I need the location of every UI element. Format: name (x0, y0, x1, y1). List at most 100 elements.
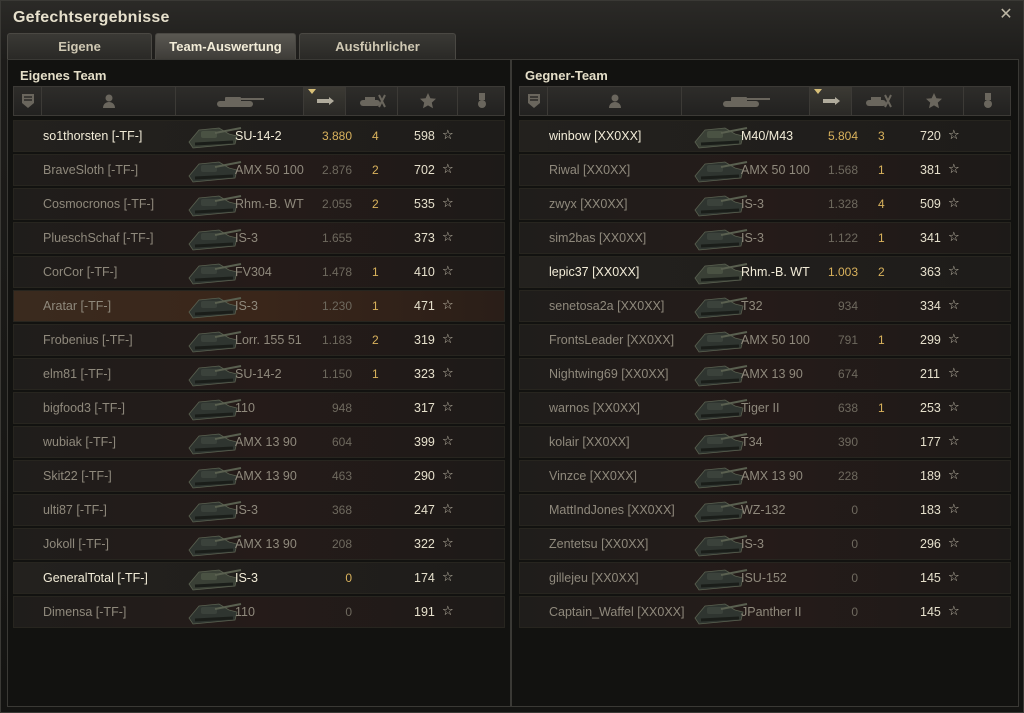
player-row[interactable]: sim2bas [XX0XX] IS-3 1.122 1 341 ☆ (519, 222, 1011, 254)
player-name: Dimensa [-TF-] (43, 605, 127, 619)
column-header-tank[interactable] (682, 87, 810, 115)
xp-star-icon: ☆ (442, 603, 454, 618)
xp-star-icon: ☆ (948, 467, 960, 482)
column-header-player[interactable] (548, 87, 682, 115)
player-row[interactable]: zwyx [XX0XX] IS-3 1.328 4 509 ☆ (519, 188, 1011, 220)
damage-value: 0 (851, 537, 858, 551)
column-header-kills[interactable] (346, 87, 398, 115)
player-name: Jokoll [-TF-] (43, 537, 109, 551)
kills-value: 1 (372, 265, 379, 279)
column-header-damage[interactable] (304, 87, 346, 115)
column-header-tank[interactable] (176, 87, 304, 115)
player-name: lepic37 [XX0XX] (549, 265, 640, 279)
xp-star-icon: ☆ (948, 501, 960, 516)
damage-icon (821, 95, 841, 107)
player-row[interactable]: PlueschSchaf [-TF-] IS-3 1.655 373 ☆ (13, 222, 505, 254)
player-row[interactable]: gillejeu [XX0XX] ISU-152 0 145 ☆ (519, 562, 1011, 594)
damage-value: 1.003 (827, 265, 858, 279)
damage-value: 0 (345, 571, 352, 585)
column-header-squad[interactable] (14, 87, 42, 115)
column-header-medal[interactable] (964, 87, 1012, 115)
tab-ausfuehrlicher-bericht[interactable]: Ausführlicher Bericht (299, 33, 456, 80)
column-header-player[interactable] (42, 87, 176, 115)
player-row[interactable]: elm81 [-TF-] SU-14-2 1.150 1 323 ☆ (13, 358, 505, 390)
player-row[interactable]: Vinzce [XX0XX] AMX 13 90 228 189 ☆ (519, 460, 1011, 492)
kills-icon (357, 94, 387, 108)
damage-value: 1.230 (321, 299, 352, 313)
kills-value: 4 (878, 197, 885, 211)
player-row[interactable]: Jokoll [-TF-] AMX 13 90 208 322 ☆ (13, 528, 505, 560)
xp-star-icon: ☆ (948, 297, 960, 312)
kills-value: 4 (372, 129, 379, 143)
player-name: PlueschSchaf [-TF-] (43, 231, 154, 245)
vehicle-name: IS-3 (741, 231, 764, 245)
damage-value: 0 (851, 571, 858, 585)
player-row[interactable]: lepic37 [XX0XX] Rhm.-B. WT 1.003 2 363 ☆ (519, 256, 1011, 288)
kills-value: 1 (878, 333, 885, 347)
vehicle-name: AMX 50 100 (741, 163, 810, 177)
player-row[interactable]: Nightwing69 [XX0XX] AMX 13 90 674 211 ☆ (519, 358, 1011, 390)
player-row[interactable]: Frobenius [-TF-] Lorr. 155 51 1.183 2 319 ☆ (13, 324, 505, 356)
close-icon[interactable]: ✕ (997, 6, 1015, 24)
player-row[interactable]: so1thorsten [-TF-] SU-14-2 3.880 4 598 ☆ (13, 120, 505, 152)
player-row[interactable]: Zentetsu [XX0XX] IS-3 0 296 ☆ (519, 528, 1011, 560)
xp-star-icon: ☆ (948, 195, 960, 210)
column-header-xp-star[interactable] (904, 87, 964, 115)
xp-star-icon: ☆ (948, 365, 960, 380)
player-row[interactable]: Aratar [-TF-] IS-3 1.230 1 471 ☆ (13, 290, 505, 322)
player-row[interactable]: FrontsLeader [XX0XX] AMX 50 100 791 1 299 ☆ (519, 324, 1011, 356)
damage-value: 1.655 (321, 231, 352, 245)
xp-star-icon: ☆ (442, 365, 454, 380)
column-header-xp-star[interactable] (398, 87, 458, 115)
player-row[interactable]: MattIndJones [XX0XX] WZ-132 0 183 ☆ (519, 494, 1011, 526)
player-row[interactable]: wubiak [-TF-] AMX 13 90 604 399 ☆ (13, 426, 505, 458)
column-header-damage[interactable] (810, 87, 852, 115)
xp-star-icon: ☆ (948, 331, 960, 346)
player-row[interactable]: senetosa2a [XX0XX] T32 934 334 ☆ (519, 290, 1011, 322)
kills-value: 1 (878, 231, 885, 245)
player-name: Vinzce [XX0XX] (549, 469, 638, 483)
damage-value: 1.183 (321, 333, 352, 347)
tab-eigene-auswertung[interactable]: Eigene Auswertung (7, 33, 152, 80)
team-results-content: Eigenes Team so1thorsten [-TF-] SU-14-2 3… (7, 59, 1019, 707)
player-name: warnos [XX0XX] (549, 401, 641, 415)
xp-star-icon: ☆ (948, 433, 960, 448)
vehicle-name: M40/M43 (741, 129, 794, 143)
player-row[interactable]: warnos [XX0XX] Tiger II 638 1 253 ☆ (519, 392, 1011, 424)
xp-star-icon: ☆ (948, 263, 960, 278)
column-header-kills[interactable] (852, 87, 904, 115)
player-row[interactable]: CorCor [-TF-] FV304 1.478 1 410 ☆ (13, 256, 505, 288)
xp-value: 322 (414, 537, 435, 551)
kills-value: 2 (878, 265, 885, 279)
vehicle-name: JPanther II (741, 605, 802, 619)
player-row[interactable]: Skit22 [-TF-] AMX 13 90 463 290 ☆ (13, 460, 505, 492)
player-row[interactable]: BraveSloth [-TF-] AMX 50 100 2.876 2 702 ☆ (13, 154, 505, 186)
player-row[interactable]: ulti87 [-TF-] IS-3 368 247 ☆ (13, 494, 505, 526)
medal-icon (983, 92, 993, 110)
player-row[interactable]: bigfood3 [-TF-] 110 948 317 ☆ (13, 392, 505, 424)
column-header-medal[interactable] (458, 87, 506, 115)
player-row[interactable]: winbow [XX0XX] M40/M43 5.804 3 720 ☆ (519, 120, 1011, 152)
xp-star-icon: ☆ (442, 127, 454, 142)
player-row[interactable]: Dimensa [-TF-] 110 0 191 ☆ (13, 596, 505, 628)
column-header-squad[interactable] (520, 87, 548, 115)
xp-value: 191 (414, 605, 435, 619)
xp-star-icon (925, 92, 943, 110)
tab-team-auswertung[interactable]: Team-Auswertung (155, 33, 296, 59)
player-row[interactable]: Captain_Waffel [XX0XX] JPanther II 0 145 ☆ (519, 596, 1011, 628)
xp-value: 296 (920, 537, 941, 551)
player-row[interactable]: kolair [XX0XX] T34 390 177 ☆ (519, 426, 1011, 458)
xp-star-icon: ☆ (442, 501, 454, 516)
player-row[interactable]: GeneralTotal [-TF-] IS-3 0 174 ☆ (13, 562, 505, 594)
player-name: bigfood3 [-TF-] (43, 401, 125, 415)
xp-star-icon: ☆ (948, 535, 960, 550)
player-row[interactable]: Riwal [XX0XX] AMX 50 100 1.568 1 381 ☆ (519, 154, 1011, 186)
xp-star-icon: ☆ (442, 263, 454, 278)
player-row[interactable]: Cosmocronos [-TF-] Rhm.-B. WT 2.055 2 535 ☆ (13, 188, 505, 220)
xp-value: 535 (414, 197, 435, 211)
xp-value: 319 (414, 333, 435, 347)
player-name: wubiak [-TF-] (43, 435, 116, 449)
vehicle-name: ISU-152 (741, 571, 787, 585)
xp-star-icon: ☆ (948, 229, 960, 244)
damage-icon (315, 95, 335, 107)
